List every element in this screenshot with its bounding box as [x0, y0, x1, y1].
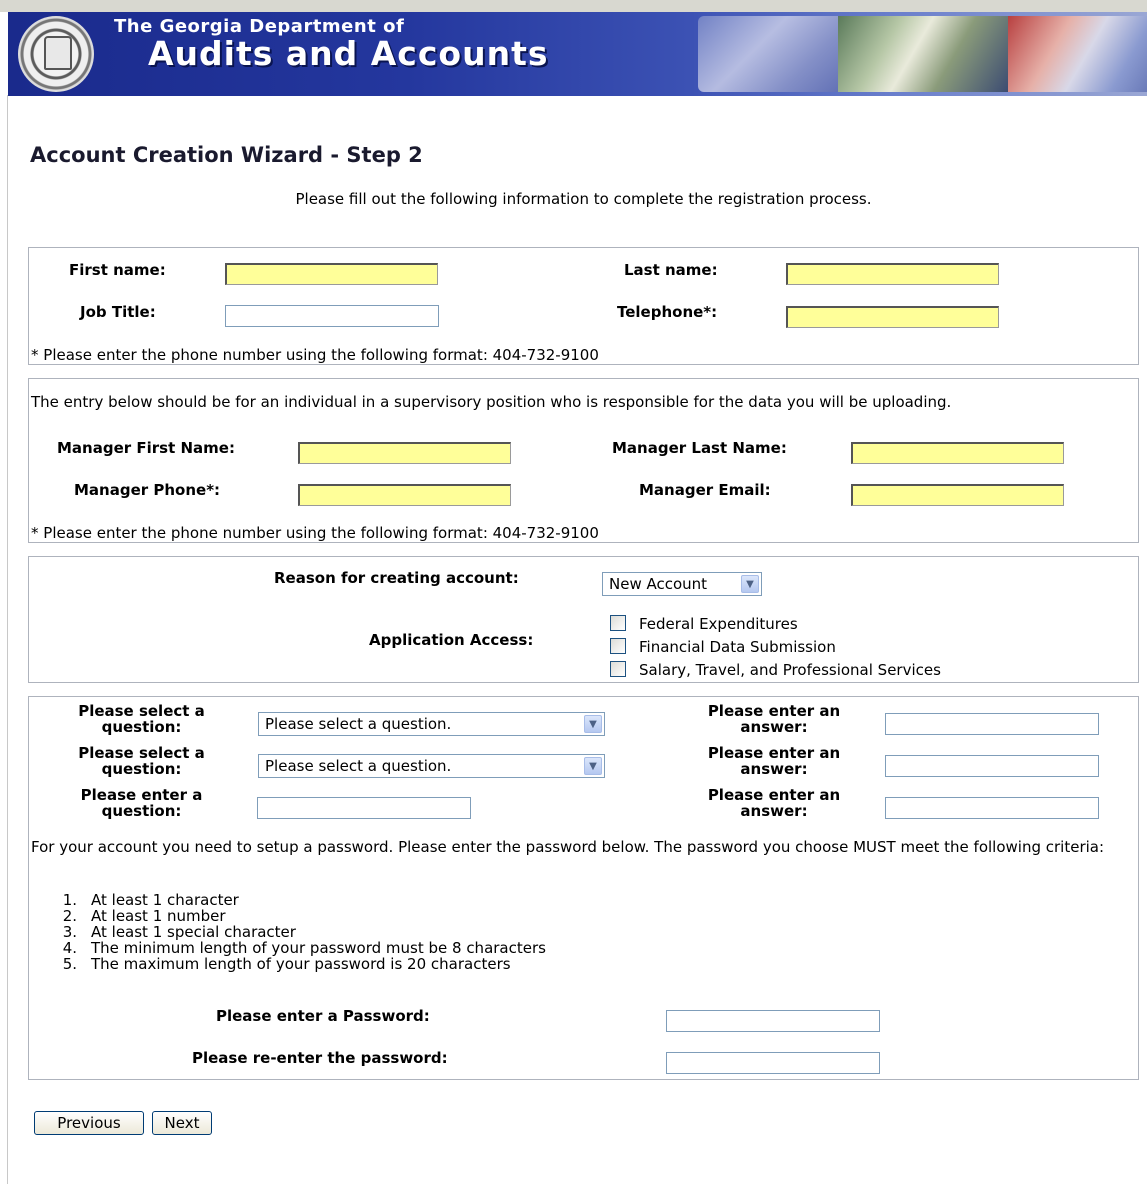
manager-last-name-label: Manager Last Name: [612, 439, 787, 457]
reenter-password-label: Please re-enter the password: [192, 1049, 448, 1067]
answer-label-1: Please enter an answer: [707, 702, 841, 736]
manager-phone-format-note: * Please enter the phone number using th… [31, 524, 599, 542]
next-button[interactable]: Next [152, 1111, 212, 1135]
manager-first-name-label: Manager First Name: [57, 439, 235, 457]
page-title: Account Creation Wizard - Step 2 [30, 143, 423, 167]
reenter-password-input[interactable] [666, 1052, 880, 1074]
manager-section: The entry below should be for an individ… [28, 378, 1139, 543]
answer-input-3[interactable] [885, 797, 1099, 819]
security-question-select-1-value: Please select a question. [265, 715, 452, 733]
chevron-down-icon: ▼ [584, 715, 602, 733]
access-section: Reason for creating account: New Account… [28, 556, 1139, 683]
first-name-label: First name: [69, 261, 166, 279]
security-section: Please select a question: Please select … [28, 696, 1139, 1080]
list-item: 2. At least 1 number [62, 907, 226, 925]
select-question-label-2: Please select a question: [78, 744, 205, 778]
option-financial-data-submission: Financial Data Submission [639, 638, 836, 656]
option-federal-expenditures: Federal Expenditures [639, 615, 798, 633]
banner-photo-flag [1008, 16, 1147, 92]
custom-question-input[interactable] [257, 797, 471, 819]
answer-input-1[interactable] [885, 713, 1099, 735]
page-intro: Please fill out the following informatio… [295, 190, 872, 208]
enter-question-label: Please enter a question: [80, 786, 203, 820]
checkbox-financial-data-submission[interactable] [610, 638, 626, 654]
password-criteria-list: 1. At least 1 character 2. At least 1 numb… [57, 892, 546, 972]
banner-photo-people [838, 16, 1008, 92]
last-name-input[interactable] [786, 263, 999, 285]
manager-note: The entry below should be for an individ… [31, 393, 952, 411]
banner-photo-glasses [698, 16, 848, 92]
list-item: 5. The maximum length of your password is… [62, 955, 511, 973]
reason-select-value: New Account [609, 575, 708, 593]
security-question-select-1[interactable]: Please select a question. ▼ [258, 712, 605, 736]
answer-label-2: Please enter an answer: [707, 744, 841, 778]
chevron-down-icon: ▼ [741, 575, 759, 593]
list-item: 4. The minimum length of your password mu… [62, 939, 546, 957]
reason-label: Reason for creating account: [274, 569, 519, 587]
manager-email-input[interactable] [851, 484, 1064, 506]
application-access-label: Application Access: [369, 631, 534, 649]
manager-phone-input[interactable] [298, 484, 511, 506]
manager-first-name-input[interactable] [298, 442, 511, 464]
last-name-label: Last name: [624, 261, 718, 279]
previous-button[interactable]: Previous [34, 1111, 144, 1135]
reason-select[interactable]: New Account ▼ [602, 572, 762, 596]
telephone-label: Telephone*: [617, 303, 718, 321]
checkbox-salary-travel[interactable] [610, 661, 626, 677]
state-seal-logo [18, 16, 94, 92]
personal-info-section: First name: Last name: Job Title: Teleph… [28, 247, 1139, 365]
job-title-label: Job Title: [80, 303, 156, 321]
manager-email-label: Manager Email: [639, 481, 771, 499]
window-top-strip [0, 0, 1147, 12]
banner-title: Audits and Accounts [148, 34, 549, 73]
security-question-select-2[interactable]: Please select a question. ▼ [258, 754, 605, 778]
first-name-input[interactable] [225, 263, 438, 285]
job-title-input[interactable] [225, 305, 439, 327]
checkbox-federal-expenditures[interactable] [610, 615, 626, 631]
password-input[interactable] [666, 1010, 880, 1032]
answer-input-2[interactable] [885, 755, 1099, 777]
select-question-label-1: Please select a question: [78, 702, 205, 736]
answer-label-3: Please enter an answer: [707, 786, 841, 820]
telephone-input[interactable] [786, 306, 999, 328]
chevron-down-icon: ▼ [584, 757, 602, 775]
password-intro: For your account you need to setup a pas… [31, 838, 1105, 856]
page-left-border [7, 95, 8, 1184]
list-item: 3. At least 1 special character [62, 923, 296, 941]
phone-format-note: * Please enter the phone number using th… [31, 346, 599, 364]
option-salary-travel: Salary, Travel, and Professional Service… [639, 661, 941, 679]
manager-phone-label: Manager Phone*: [74, 481, 221, 499]
manager-last-name-input[interactable] [851, 442, 1064, 464]
security-question-select-2-value: Please select a question. [265, 757, 452, 775]
list-item: 1. At least 1 character [62, 891, 239, 909]
header-banner: The Georgia Department of Audits and Acc… [8, 12, 1147, 96]
password-label: Please enter a Password: [216, 1007, 430, 1025]
